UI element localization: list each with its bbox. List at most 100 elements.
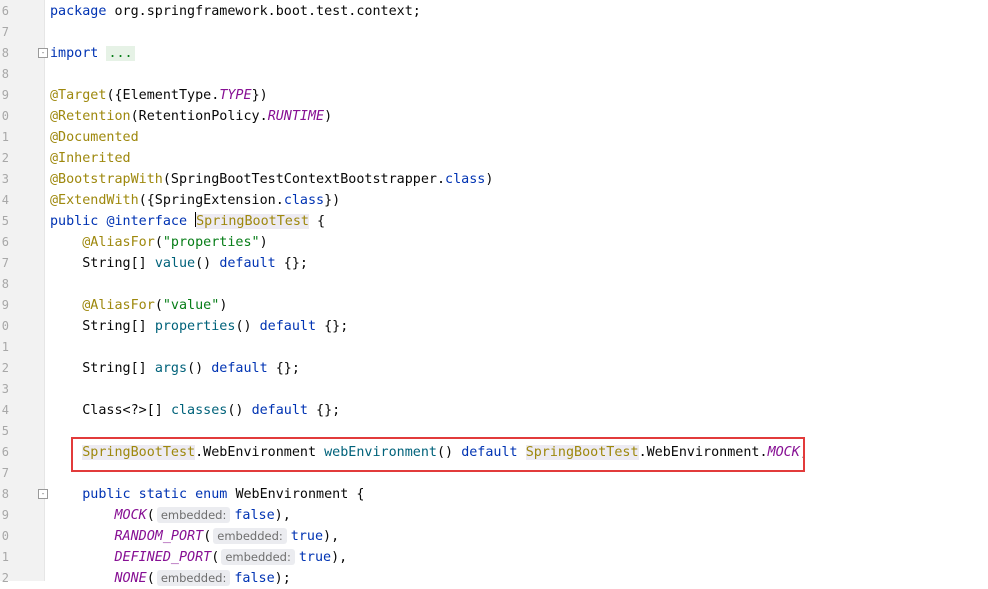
code-line[interactable]: 7 [0, 22, 988, 43]
highlight-annotation-box [71, 437, 805, 472]
line-number: 0 [1, 109, 9, 123]
line-number: 4 [1, 403, 9, 417]
code-token: String[] [50, 319, 155, 334]
code-line[interactable]: 8 [0, 64, 988, 85]
code-text: @Inherited [50, 148, 131, 169]
line-number: 9 [1, 88, 9, 102]
line-number: 0 [1, 529, 9, 543]
code-line[interactable]: 0 String[] properties() default {}; [0, 316, 988, 337]
code-token: () [187, 361, 212, 376]
code-line[interactable]: 1 @Documented [0, 127, 988, 148]
code-line[interactable]: 9 MOCK(embedded: false), [0, 505, 988, 526]
code-token: {}; [308, 403, 341, 418]
code-text: @Retention(RetentionPolicy.RUNTIME) [50, 106, 332, 127]
code-token: @AliasFor [82, 298, 155, 313]
code-token: @Inherited [50, 151, 131, 166]
code-token: ) [259, 235, 268, 250]
code-line[interactable]: 2 String[] args() default {}; [0, 358, 988, 379]
code-token: class [283, 193, 325, 208]
code-text: package org.springframework.boot.test.co… [50, 1, 421, 22]
code-text: @ExtendWith({SpringExtension.class}) [50, 190, 340, 211]
code-token: ) [324, 109, 333, 124]
line-number: 5 [1, 424, 9, 438]
code-text: MOCK(embedded: false), [50, 505, 291, 526]
code-text: String[] args() default {}; [50, 358, 300, 379]
code-token: true [290, 529, 324, 544]
line-number: 6 [1, 4, 9, 18]
line-number: 1 [1, 550, 9, 564]
code-line[interactable]: 8 import ... [0, 43, 988, 64]
line-number: 8 [1, 46, 9, 60]
code-token: true [298, 550, 332, 565]
line-number: 2 [1, 571, 9, 585]
code-token: () [235, 319, 260, 334]
line-number: 8 [1, 277, 9, 291]
code-line[interactable]: 1 DEFINED_PORT(embedded: true), [0, 547, 988, 568]
line-number: 8 [1, 67, 9, 81]
code-token: ), [323, 529, 340, 544]
code-line[interactable]: 9 @AliasFor("value") [0, 295, 988, 316]
code-token: ) [219, 298, 228, 313]
parameter-hint: embedded: [221, 549, 295, 565]
parameter-hint: embedded: [213, 528, 287, 544]
code-line[interactable]: 7 String[] value() default {}; [0, 253, 988, 274]
code-line[interactable]: 8 [0, 274, 988, 295]
code-token: "properties" [162, 235, 260, 250]
code-line[interactable]: 9 @Target({ElementType.TYPE}) [0, 85, 988, 106]
code-token: false [234, 571, 275, 586]
code-text: @AliasFor("value") [50, 295, 227, 316]
line-number: 7 [1, 25, 9, 39]
code-text: @Target({ElementType.TYPE}) [50, 85, 268, 106]
code-token: ( [154, 298, 163, 313]
code-line[interactable]: 6 @AliasFor("properties") [0, 232, 988, 253]
fold-icon[interactable]: - [38, 48, 48, 58]
code-token: NONE [114, 571, 147, 586]
code-token: }) [324, 193, 341, 208]
code-token: default [211, 361, 268, 376]
code-token: default [219, 256, 276, 271]
code-token: ({ElementType. [106, 88, 220, 103]
code-line[interactable]: 3 @BootstrapWith(SpringBootTestContextBoo… [0, 169, 988, 190]
line-number: 6 [1, 235, 9, 249]
fold-icon[interactable]: - [38, 489, 48, 499]
code-line[interactable]: 2 @Inherited [0, 148, 988, 169]
code-line[interactable]: 3 [0, 379, 988, 400]
code-line[interactable]: 4 Class<?>[] classes() default {}; [0, 400, 988, 421]
line-number: 9 [1, 298, 9, 312]
line-number: 2 [1, 361, 9, 375]
code-token: {}; [275, 256, 308, 271]
code-line[interactable]: 4 @ExtendWith({SpringExtension.class}) [0, 190, 988, 211]
code-token: class [445, 172, 486, 187]
code-token: ); [274, 571, 291, 586]
code-text: public static enum WebEnvironment { [50, 484, 364, 505]
code-token: @Retention [50, 109, 131, 124]
parameter-hint: embedded: [156, 570, 231, 586]
code-token: Class<?>[] [50, 403, 171, 418]
code-token: DEFINED_PORT [114, 550, 212, 565]
code-token: () [227, 403, 252, 418]
code-token: ( [154, 235, 163, 250]
code-line[interactable]: 0 RANDOM_PORT(embedded: true), [0, 526, 988, 547]
code-line[interactable]: 1 [0, 337, 988, 358]
code-line[interactable]: 5 public @interface SpringBootTest { [0, 211, 988, 232]
code-text: RANDOM_PORT(embedded: true), [50, 526, 339, 547]
code-line[interactable]: 6 package org.springframework.boot.test.c… [0, 1, 988, 22]
code-token: classes [170, 403, 228, 418]
code-token: args [154, 361, 188, 376]
code-line[interactable]: 8 public static enum WebEnvironment { [0, 484, 988, 505]
code-token: @interface [106, 214, 196, 229]
code-token: false [234, 508, 275, 523]
code-token: ( [146, 571, 155, 586]
code-token: ( [146, 508, 155, 523]
line-number: 3 [1, 172, 9, 186]
line-number: 1 [1, 130, 9, 144]
code-line[interactable]: 0 @Retention(RetentionPolicy.RUNTIME) [0, 106, 988, 127]
code-token: @Documented [50, 130, 139, 145]
code-text: @Documented [50, 127, 139, 148]
code-line[interactable]: 2 NONE(embedded: false); [0, 568, 988, 589]
